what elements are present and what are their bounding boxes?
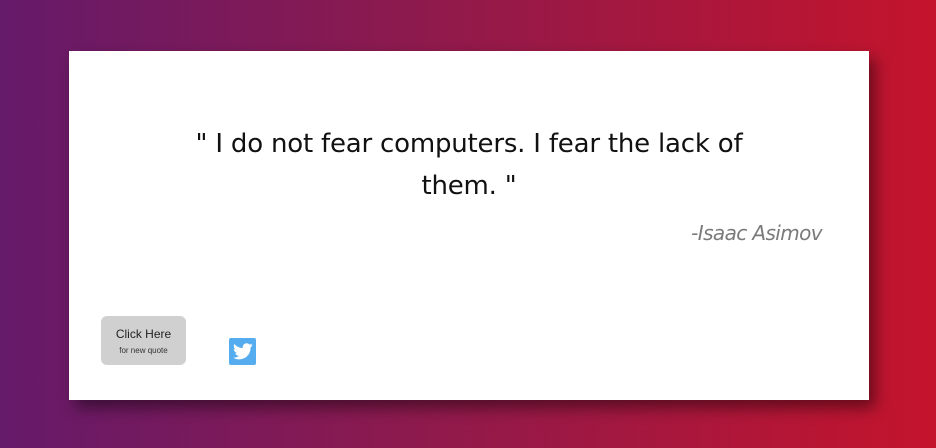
new-quote-button-sublabel: for new quote (119, 345, 168, 355)
quote-card: " I do not fear computers. I fear the la… (69, 51, 869, 400)
new-quote-button-label: Click Here (115, 326, 172, 341)
quote-author: -Isaac Asimov (691, 221, 822, 245)
quote-text: " I do not fear computers. I fear the la… (195, 129, 743, 201)
new-quote-button[interactable]: Click Here for new quote (101, 316, 186, 365)
twitter-icon (232, 343, 253, 360)
tweet-button[interactable] (229, 338, 256, 365)
